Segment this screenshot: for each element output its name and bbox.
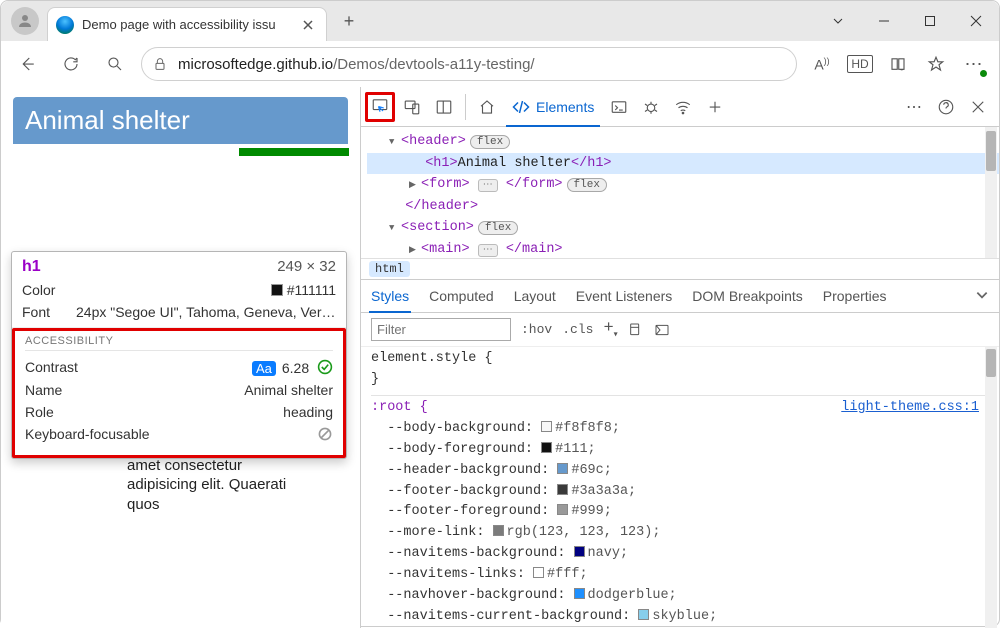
inspect-font-label: Font — [22, 304, 50, 320]
window-controls — [815, 1, 999, 41]
css-var-row[interactable]: --footer-foreground: #999; — [371, 502, 989, 523]
css-var-row[interactable]: --body-background: #f8f8f8; — [371, 419, 989, 440]
help-icon[interactable] — [931, 92, 961, 122]
contrast-label: Contrast — [25, 359, 78, 376]
contrast-value: Aa6.28 — [252, 359, 333, 376]
inspect-font-value: 24px "Segoe UI", Tahoma, Geneva, Verd… — [76, 304, 336, 320]
url-text: microsoftedge.github.io/Demos/devtools-a… — [178, 56, 535, 73]
more-tabs-icon[interactable] — [700, 92, 730, 122]
tab-event-listeners[interactable]: Event Listeners — [576, 279, 673, 313]
devtools-menu-icon[interactable]: ⋯ — [899, 92, 929, 122]
css-var-row[interactable]: --header-background: #69c; — [371, 461, 989, 482]
cls-toggle[interactable]: .cls — [562, 322, 593, 337]
css-var-row[interactable]: --navhover-background: dodgerblue; — [371, 586, 989, 607]
css-var-row[interactable]: --more-link: rgb(123, 123, 123); — [371, 523, 989, 544]
menu-icon[interactable]: ⋯ — [957, 47, 991, 81]
new-tab-button[interactable]: + — [333, 5, 365, 37]
network-icon[interactable] — [668, 92, 698, 122]
source-link[interactable]: light-theme.css:1 — [841, 398, 979, 419]
inspect-color-label: Color — [22, 282, 55, 298]
accessibility-section-highlight: Accessibility Contrast Aa6.28 Name Animal… — [12, 328, 346, 458]
tab-dom-breakpoints[interactable]: DOM Breakpoints — [692, 279, 802, 313]
css-var-row[interactable]: --navitems-current-background: skyblue; — [371, 607, 989, 628]
bug-icon[interactable] — [636, 92, 666, 122]
console-icon[interactable] — [604, 92, 634, 122]
denied-icon — [317, 426, 333, 442]
css-rules[interactable]: element.style { } :root {light-theme.css… — [361, 347, 999, 628]
tab-title: Demo page with accessibility issu — [82, 17, 294, 32]
panel-layout-icon[interactable] — [429, 92, 459, 122]
new-style-rule-icon[interactable]: +▾ — [603, 319, 617, 339]
browser-toolbar: microsoftedge.github.io/Demos/devtools-a… — [1, 41, 999, 87]
inspect-color-value: #111111 — [271, 282, 336, 298]
lock-icon — [152, 56, 168, 72]
h1-node[interactable]: <h1>Animal shelter</h1> — [367, 153, 999, 175]
tab-layout[interactable]: Layout — [514, 279, 556, 313]
code-icon — [512, 98, 530, 116]
tab-computed[interactable]: Computed — [429, 279, 494, 313]
inspect-dims: 249 × 32 — [277, 258, 336, 275]
dom-tree[interactable]: <header>flex <h1>Animal shelter</h1> <fo… — [361, 127, 999, 258]
devtools-toolbar: Elements ⋯ — [361, 87, 999, 127]
css-var-row[interactable]: --body-foreground: #111; — [371, 440, 989, 461]
css-var-row[interactable]: --navitems-background: navy; — [371, 544, 989, 565]
window-caret-icon[interactable] — [815, 1, 861, 41]
green-bar — [239, 148, 349, 156]
filter-input[interactable] — [371, 318, 511, 341]
page-heading: Animal shelter — [13, 97, 348, 144]
name-value: Animal shelter — [244, 382, 333, 398]
devtools: Elements ⋯ <header>flex <h1>Animal shelt… — [361, 87, 999, 628]
tab-styles[interactable]: Styles — [371, 279, 409, 313]
computed-styles-icon[interactable] — [628, 322, 644, 338]
check-icon — [317, 359, 333, 375]
tab-properties[interactable]: Properties — [823, 279, 887, 313]
browser-tab[interactable]: Demo page with accessibility issu — [47, 7, 327, 41]
minimize-button[interactable] — [861, 1, 907, 41]
inspect-overlay: h1 249 × 32 Color #111111 Font 24px "Seg… — [11, 251, 347, 459]
profile-icon[interactable] — [11, 7, 39, 35]
reader-icon[interactable] — [881, 47, 915, 81]
welcome-icon[interactable] — [472, 92, 502, 122]
inspect-tag: h1 — [22, 258, 41, 276]
close-devtools-icon[interactable] — [963, 92, 993, 122]
inspect-button-highlight[interactable] — [365, 92, 395, 122]
dom-breadcrumb[interactable]: html — [361, 258, 999, 279]
layout-pane-icon[interactable] — [654, 322, 670, 338]
search-icon[interactable] — [97, 46, 133, 82]
name-label: Name — [25, 382, 62, 398]
back-button[interactable] — [9, 46, 45, 82]
hov-toggle[interactable]: :hov — [521, 322, 552, 337]
address-bar[interactable]: microsoftedge.github.io/Demos/devtools-a… — [141, 47, 797, 81]
device-toggle-icon[interactable] — [397, 92, 427, 122]
chevron-down-icon[interactable] — [975, 288, 989, 305]
window-titlebar: Demo page with accessibility issu + — [1, 1, 999, 41]
refresh-button[interactable] — [53, 46, 89, 82]
css-var-row[interactable]: --navitems-links: #fff; — [371, 565, 989, 586]
page-preview: Animal shelter Sheep Horses Alpacas Help… — [1, 87, 361, 628]
close-window-button[interactable] — [953, 1, 999, 41]
styles-toolbar: :hov .cls +▾ — [361, 313, 999, 347]
close-tab-icon[interactable] — [300, 17, 316, 33]
a11y-heading: Accessibility — [25, 335, 333, 347]
elements-tab[interactable]: Elements — [504, 87, 602, 127]
kbd-label: Keyboard-focusable — [25, 426, 150, 442]
hd-icon[interactable]: HD — [843, 47, 877, 81]
role-value: heading — [283, 404, 333, 420]
maximize-button[interactable] — [907, 1, 953, 41]
css-var-row[interactable]: --footer-background: #3a3a3a; — [371, 482, 989, 503]
read-aloud-icon[interactable]: A)) — [805, 47, 839, 81]
favorite-icon[interactable] — [919, 47, 953, 81]
edge-icon — [56, 16, 74, 34]
styles-tabs: Styles Computed Layout Event Listeners D… — [361, 279, 999, 313]
role-label: Role — [25, 404, 54, 420]
